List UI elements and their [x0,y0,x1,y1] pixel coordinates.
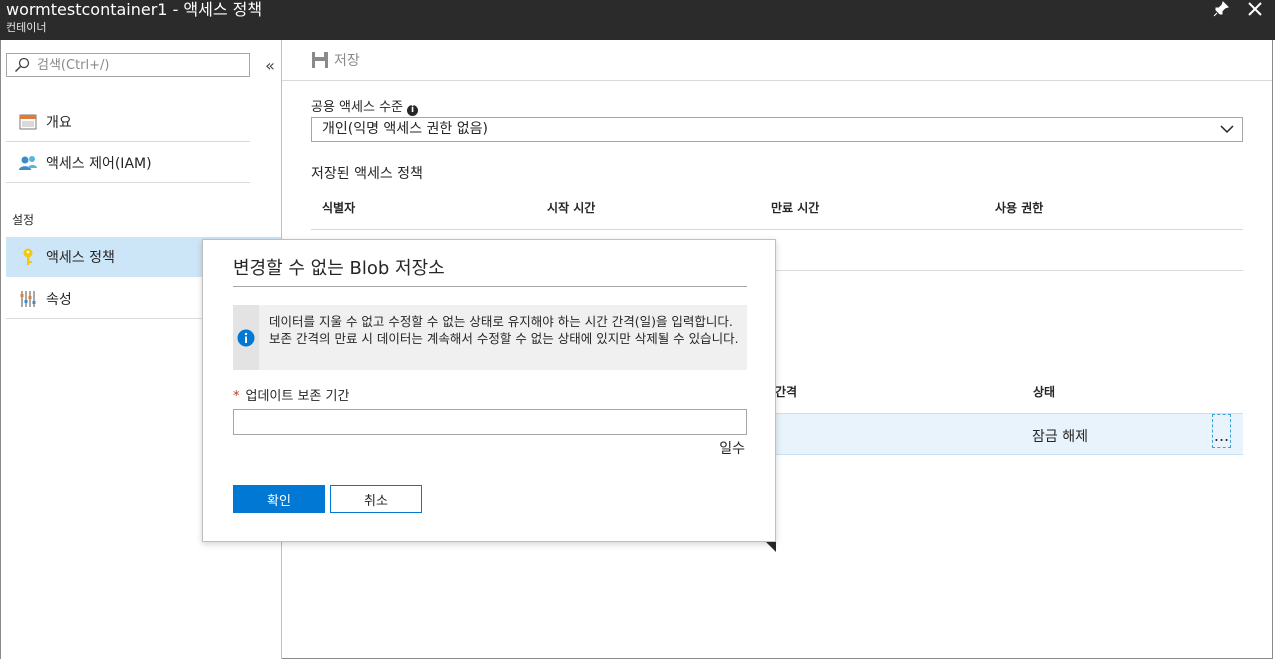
public-access-label-text: 공용 액세스 수준 [311,100,403,115]
immutable-blob-dialog: 변경할 수 없는 Blob 저장소 데이터를 지울 수 없고 수정할 수 없는 … [202,239,776,542]
sidebar-item-label: 속성 [46,291,72,308]
sidebar-item-label: 액세스 제어(IAM) [46,155,152,172]
search-icon [11,54,33,76]
sidebar-item-iam[interactable]: 액세스 제어(IAM) [6,143,250,183]
command-bar: 저장 [282,40,1272,81]
column-header-status: 상태 [1033,385,1056,399]
cancel-button[interactable]: 취소 [330,485,422,513]
info-box: 데이터를 지울 수 없고 수정할 수 없는 상태로 유지해야 하는 시간 간격(… [233,305,747,370]
properties-icon [16,287,40,311]
retention-unit: 일수 [719,441,745,457]
sidebar-item-label: 액세스 정책 [46,250,115,266]
key-icon [16,245,40,269]
window-subtitle: 컨테이너 [6,21,47,34]
public-access-value: 개인(익명 액세스 권한 없음) [322,121,488,137]
dialog-separator [233,286,747,287]
save-icon [310,50,330,70]
more-options-button[interactable]: ... [1212,414,1231,448]
search-input[interactable] [33,55,249,75]
retention-period-input[interactable] [233,409,747,435]
chevron-down-icon [1220,118,1234,141]
save-button[interactable]: 저장 [310,50,360,70]
retention-field-label: * 업데이트 보존 기간 [233,385,349,404]
close-icon[interactable] [1243,0,1267,18]
window-title: wormtestcontainer1 - 액세스 정책 [6,0,263,19]
column-header-permissions: 사용 권한 [995,201,1044,215]
row-status: 잠금 해제 [1032,429,1088,445]
ok-button[interactable]: 확인 [233,485,325,513]
info-circle-icon [237,329,255,346]
title-bar: wormtestcontainer1 - 액세스 정책 컨테이너 [0,0,1275,40]
column-header-expiry-time: 만료 시간 [771,201,820,215]
required-marker: * [233,389,240,404]
public-access-label: 공용 액세스 수준 i [311,96,418,116]
column-header-identifier: 식별자 [322,201,356,215]
column-header-interval: 간격 [775,385,798,399]
info-text: 데이터를 지울 수 없고 수정할 수 없는 상태로 유지해야 하는 시간 간격(… [269,314,739,346]
info-icon[interactable]: i [407,105,418,116]
sidebar-item-label: 개요 [46,114,72,131]
column-header-start-time: 시작 시간 [547,201,596,215]
dialog-title: 변경할 수 없는 Blob 저장소 [233,258,445,279]
stored-policies-label: 저장된 액세스 정책 [311,166,423,182]
retention-field-label-text: 업데이트 보존 기간 [245,389,350,404]
table-divider [311,229,1243,230]
sidebar-item-overview[interactable]: 개요 [6,102,250,142]
dialog-resize-corner [766,542,776,552]
pin-icon[interactable] [1209,0,1233,18]
public-access-select[interactable]: 개인(익명 액세스 권한 없음) [311,117,1243,142]
section-label-settings: 설정 [12,213,35,227]
iam-icon [16,151,40,175]
info-bar [233,305,259,370]
save-label: 저장 [334,53,360,69]
collapse-sidebar-button[interactable]: « [261,54,279,76]
search-box[interactable] [6,53,250,77]
overview-icon [16,110,40,134]
